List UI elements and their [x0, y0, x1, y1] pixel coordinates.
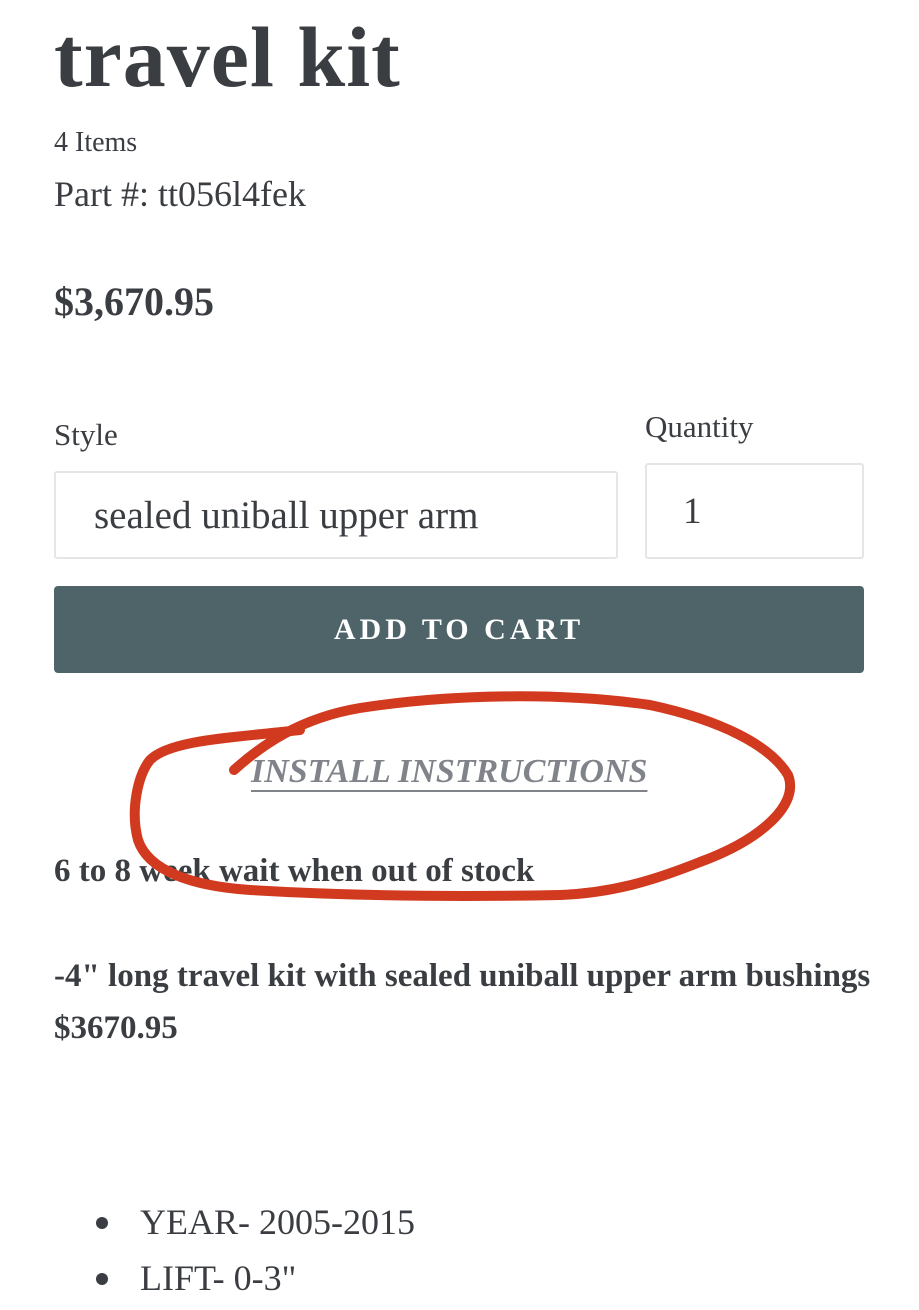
quantity-label: Quantity	[645, 409, 754, 444]
bullet-icon	[96, 1217, 108, 1229]
wait-notice: 6 to 8 week wait when out of stock	[54, 853, 535, 889]
spec-item-lift: LIFT- 0-3"	[54, 1254, 415, 1310]
part-number: Part #: tt056l4fek	[54, 174, 306, 214]
items-count: 4 Items	[54, 127, 138, 158]
spec-item-year: YEAR- 2005-2015	[54, 1198, 415, 1254]
quantity-value: 1	[683, 490, 702, 532]
bullet-icon	[96, 1273, 108, 1285]
spec-item-label: YEAR- 2005-2015	[140, 1202, 415, 1242]
add-to-cart-button[interactable]: ADD TO CART	[54, 586, 864, 673]
style-label: Style	[54, 417, 118, 452]
quantity-input[interactable]: 1	[645, 463, 864, 559]
style-select[interactable]: sealed uniball upper arm	[54, 471, 618, 559]
spec-list: YEAR- 2005-2015 LIFT- 0-3"	[54, 1198, 415, 1310]
product-price: $3,670.95	[54, 279, 214, 324]
product-title: travel kit	[54, 9, 401, 105]
spec-item-label: LIFT- 0-3"	[140, 1258, 297, 1298]
add-to-cart-label: ADD TO CART	[333, 612, 585, 646]
install-instructions-link[interactable]: INSTALL INSTRUCTIONS	[251, 753, 647, 791]
kit-description: -4" long travel kit with sealed uniball …	[54, 958, 871, 1046]
style-select-value: sealed uniball upper arm	[94, 493, 479, 537]
